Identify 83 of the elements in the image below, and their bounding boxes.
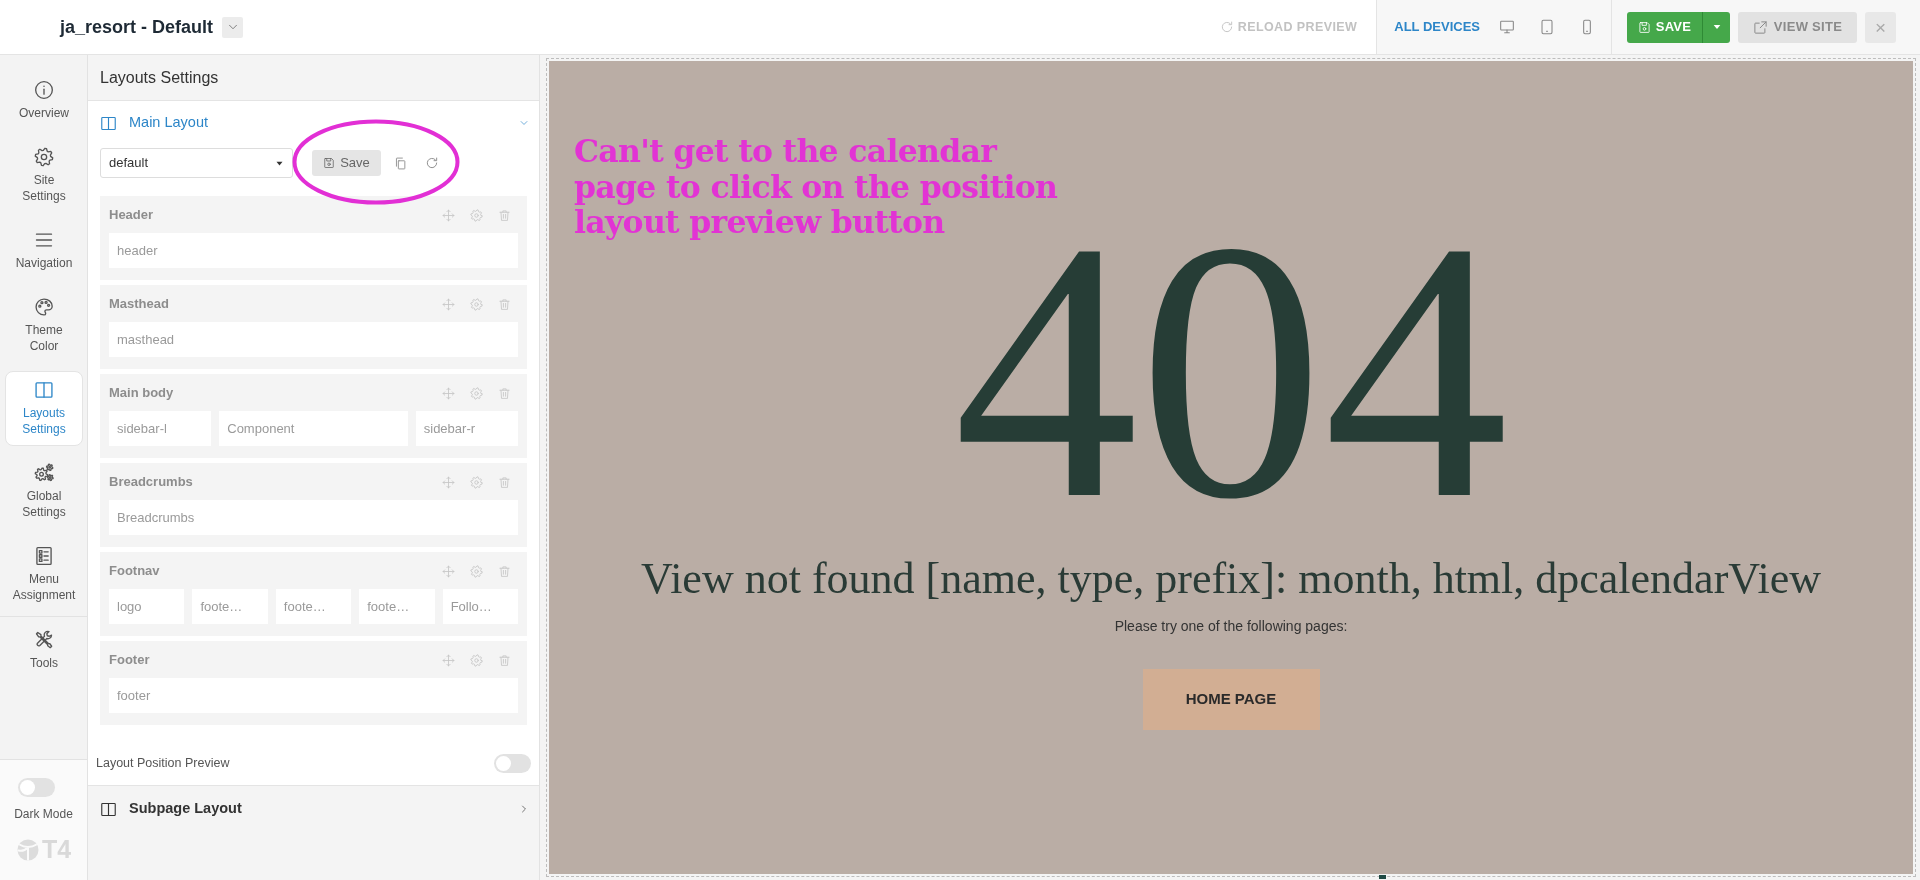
- annotation-text: Can't get to the calendar page to click on the position layout preview button: [574, 133, 1058, 240]
- external-link-icon: [1752, 19, 1768, 35]
- gear-icon: [34, 147, 54, 167]
- move-icon[interactable]: [442, 297, 455, 311]
- gear-icon[interactable]: [470, 386, 483, 400]
- chevron-down-icon: [519, 118, 529, 128]
- sidebar-item[interactable]: Navigation: [5, 221, 83, 280]
- layout-columns-icon: [100, 114, 117, 132]
- layout-columns-icon: [34, 380, 54, 400]
- refresh-icon[interactable]: [425, 156, 439, 170]
- trash-icon[interactable]: [498, 208, 511, 222]
- section-title: Footer: [109, 651, 150, 670]
- gear-icon[interactable]: [470, 653, 483, 667]
- position-block[interactable]: footer: [109, 678, 518, 713]
- position-block[interactable]: sidebar-l: [109, 411, 212, 446]
- move-icon[interactable]: [442, 653, 455, 667]
- position-block[interactable]: foote…: [275, 589, 352, 624]
- sidebar-item[interactable]: Tools: [5, 621, 83, 680]
- section-title: Main body: [109, 384, 174, 403]
- gear-icon[interactable]: [470, 297, 483, 311]
- move-icon[interactable]: [442, 386, 455, 400]
- gears-icon: [34, 463, 54, 483]
- section-title: Breadcrumbs: [109, 473, 193, 492]
- dark-mode-toggle[interactable]: [18, 778, 55, 797]
- layout-save-button[interactable]: Save: [312, 150, 381, 176]
- layout-accordion-header[interactable]: Main Layout: [100, 101, 527, 145]
- section-title: Masthead: [109, 295, 169, 314]
- copy-icon[interactable]: [394, 156, 407, 170]
- gear-icon[interactable]: [470, 564, 483, 578]
- position-block[interactable]: Breadcrumbs: [109, 500, 518, 535]
- tablet-icon[interactable]: [1539, 19, 1555, 35]
- handle-icon[interactable]: [1379, 875, 1386, 879]
- home-page-button[interactable]: HOME PAGE: [1142, 669, 1320, 730]
- chevron-right-icon: [519, 804, 529, 814]
- position-block[interactable]: header: [109, 233, 518, 268]
- position-preview-label: Layout Position Preview: [96, 755, 230, 772]
- layout-columns-icon: [100, 800, 117, 818]
- template-dropdown-button[interactable]: [222, 16, 244, 38]
- info-icon: [34, 80, 54, 100]
- palette-icon: [34, 297, 54, 317]
- sidebar-item[interactable]: Layouts Settings: [5, 371, 83, 446]
- sidebar-item[interactable]: Overview: [5, 71, 83, 130]
- monitor-icon[interactable]: [1499, 19, 1515, 35]
- trash-icon[interactable]: [498, 386, 511, 400]
- position-block[interactable]: logo: [109, 589, 185, 624]
- checklist-icon: [34, 546, 54, 566]
- sidebar-item[interactable]: Menu Assignment: [5, 537, 83, 612]
- ball-logo-icon: [15, 837, 40, 862]
- move-icon[interactable]: [442, 564, 455, 578]
- panel-title: Layouts Settings: [88, 55, 539, 101]
- position-block[interactable]: Component: [219, 411, 408, 446]
- section-title: Header: [109, 206, 154, 225]
- position-block[interactable]: foote…: [192, 589, 268, 624]
- view-site-button[interactable]: VIEW SITE: [1738, 11, 1857, 43]
- layout-select[interactable]: default: [100, 148, 293, 178]
- tools-icon: [34, 630, 54, 650]
- trash-icon[interactable]: [498, 564, 511, 578]
- position-block[interactable]: sidebar-r: [415, 411, 518, 446]
- site-title: ja_resort - Default: [60, 15, 214, 39]
- sidebar-item[interactable]: Site Settings: [5, 138, 83, 213]
- save-options-button[interactable]: [1702, 11, 1730, 43]
- save-button[interactable]: SAVE: [1627, 11, 1702, 43]
- reload-preview-button[interactable]: RELOAD PREVIEW: [1219, 17, 1358, 37]
- trash-icon[interactable]: [498, 653, 511, 667]
- position-block[interactable]: masthead: [109, 322, 518, 357]
- dark-mode-label: Dark Mode: [14, 806, 73, 822]
- close-button[interactable]: ×: [1865, 11, 1896, 43]
- position-preview-toggle[interactable]: [494, 753, 531, 773]
- sidebar-item[interactable]: Global Settings: [5, 454, 83, 529]
- reload-icon: [1219, 20, 1234, 34]
- position-block[interactable]: foote…: [359, 589, 435, 624]
- error-hint: Please try one of the following pages:: [1114, 617, 1348, 636]
- move-icon[interactable]: [442, 475, 455, 489]
- sidebar-item[interactable]: Theme Color: [5, 288, 83, 363]
- all-devices-tab[interactable]: ALL DEVICES: [1394, 17, 1480, 37]
- gear-icon[interactable]: [470, 475, 483, 489]
- error-message: View not found [name, type, prefix]: month, html, dpcalendarView: [641, 555, 1821, 603]
- trash-icon[interactable]: [498, 297, 511, 311]
- move-icon[interactable]: [442, 208, 455, 222]
- position-block[interactable]: Follo…: [442, 589, 519, 624]
- section-title: Footnav: [109, 562, 160, 581]
- trash-icon[interactable]: [498, 475, 511, 489]
- gear-icon[interactable]: [470, 208, 483, 222]
